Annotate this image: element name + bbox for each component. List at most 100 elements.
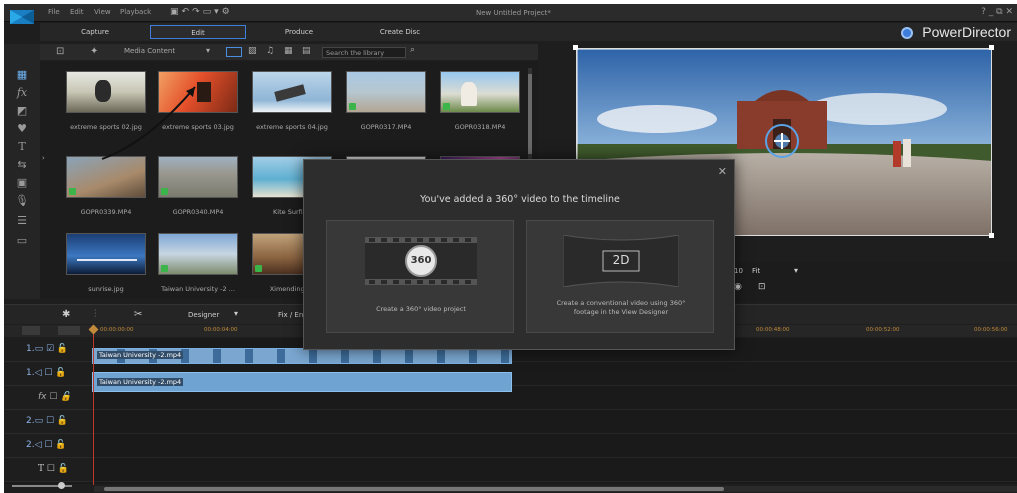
transition-room-icon[interactable]: ⇆ xyxy=(14,158,30,172)
library-scroll-thumb[interactable] xyxy=(528,74,532,154)
ruler-time: 00:00:00:00 xyxy=(100,327,134,333)
video-clip[interactable]: Taiwan University -2.mp4 xyxy=(92,348,512,364)
media-thumbnail xyxy=(158,233,238,275)
track-header-fx[interactable]: fx ☐ 🔓 xyxy=(4,386,92,410)
subtitle-room-icon[interactable]: ▭ xyxy=(14,234,30,248)
menu-playback[interactable]: Playback xyxy=(120,8,151,16)
resize-handle[interactable] xyxy=(573,45,578,50)
check-icon xyxy=(255,265,262,272)
media-filter-select[interactable]: Media Content xyxy=(124,47,175,55)
media-label: extreme sports 04.jpg xyxy=(256,123,328,131)
media-room-icon[interactable]: ▦ xyxy=(14,68,30,82)
audio-filter-icon[interactable]: ♫ xyxy=(266,46,274,56)
menu-file[interactable]: File xyxy=(48,8,60,16)
track-header-audio-2[interactable]: 2.◁ ☐ 🔓 xyxy=(4,434,92,458)
resize-handle[interactable] xyxy=(989,233,994,238)
video-filter-icon[interactable] xyxy=(226,47,242,57)
library-search-input[interactable]: Search the library xyxy=(322,47,406,58)
window-controls[interactable]: ? _ ⧉ ✕ xyxy=(981,7,1013,17)
dialog-title: You've added a 360° video to the timelin… xyxy=(420,194,620,205)
zoom-fit-select[interactable]: Fit xyxy=(752,267,760,275)
track-manager-icon[interactable] xyxy=(22,326,40,335)
undo-icon[interactable]: ↶ xyxy=(182,7,193,17)
playhead[interactable] xyxy=(93,330,94,485)
particle-room-icon[interactable]: ♥ xyxy=(14,122,30,136)
ruler-time: 00:00:04:00 xyxy=(204,327,238,333)
menu-edit[interactable]: Edit xyxy=(70,8,84,16)
media-item[interactable]: GOPR0340.MP4 xyxy=(158,156,238,226)
timeline-view-icon[interactable] xyxy=(58,326,80,335)
snapshot-icon[interactable]: ⊡ xyxy=(758,282,766,292)
track-header-video-2[interactable]: 2.▭ ☐ 🔓 xyxy=(4,410,92,434)
media-item[interactable]: GOPR0318.MP4 xyxy=(440,71,520,141)
track-lane[interactable] xyxy=(92,410,1017,434)
media-thumbnail xyxy=(252,71,332,113)
chapter-room-icon[interactable]: ☰ xyxy=(14,214,30,228)
room-rail: ▦ fx ◩ ♥ T ⇆ ▣ 🎙 ☰ ▭ xyxy=(4,44,40,299)
app-logo-icon xyxy=(10,10,34,24)
check-icon xyxy=(161,188,168,195)
close-icon[interactable]: ✕ xyxy=(718,165,727,178)
timeline-scroll-thumb[interactable] xyxy=(104,487,724,491)
chevron-down-icon[interactable]: ▾ xyxy=(794,266,798,275)
track-lane[interactable] xyxy=(92,458,1017,482)
tools-icon[interactable]: ✱ xyxy=(62,309,70,320)
media-item[interactable]: extreme sports 04.jpg xyxy=(252,71,332,141)
media-label: sunrise.jpg xyxy=(88,285,124,293)
audio-mixing-icon[interactable]: ▣ xyxy=(14,176,30,190)
chevron-down-icon[interactable]: ▾ xyxy=(234,309,238,318)
library-toolbar: ⊡ ✦ Media Content ▾ ▨ ♫ ▦ ▤ Search the l… xyxy=(40,44,538,60)
track-lane[interactable] xyxy=(92,434,1017,458)
fx-room-icon[interactable]: fx xyxy=(14,86,30,100)
audio-clip[interactable]: Taiwan University -2.mp4 xyxy=(92,372,512,392)
details-view-icon[interactable]: ▤ xyxy=(302,46,311,56)
collapse-panel-icon[interactable]: › xyxy=(42,154,45,162)
audio-icon[interactable]: ◉ xyxy=(734,282,742,292)
title-bar: File Edit View Playback ▣↶↷▭▾⚙ New Untit… xyxy=(4,4,1017,24)
media-item[interactable]: Taiwan University -2 ... xyxy=(158,233,238,303)
designer-button[interactable]: Designer xyxy=(188,311,219,319)
layout-icon[interactable]: ▭▾ xyxy=(203,7,222,17)
brand-name: PowerDirector xyxy=(922,24,1011,40)
create-2d-video-option[interactable]: 2D Create a conventional video using 360… xyxy=(526,220,714,333)
plugins-icon[interactable]: ✦ xyxy=(90,46,98,57)
voice-over-icon[interactable]: 🎙 xyxy=(14,194,30,208)
grid-view-icon[interactable]: ▦ xyxy=(284,46,293,56)
media-item[interactable]: sunrise.jpg xyxy=(66,233,146,303)
media-item[interactable]: GOPR0339.MP4 xyxy=(66,156,146,226)
brand-logo-icon xyxy=(901,27,913,39)
zoom-slider-handle[interactable] xyxy=(58,482,65,489)
trim-scissors-icon[interactable]: ✂ xyxy=(134,309,142,320)
image-filter-icon[interactable]: ▨ xyxy=(248,46,257,56)
menu-view[interactable]: View xyxy=(94,8,111,16)
fix-enhance-button[interactable]: Fix / En xyxy=(278,311,303,319)
title-room-icon[interactable]: T xyxy=(14,140,30,154)
chevron-down-icon[interactable]: ▾ xyxy=(206,46,210,55)
split-icon[interactable]: ⫶ xyxy=(94,309,97,320)
create-360-project-option[interactable]: 360 Create a 360° video project xyxy=(326,220,514,333)
settings-gear-icon[interactable]: ⚙ xyxy=(222,7,233,17)
media-label: GOPR0339.MP4 xyxy=(80,208,132,216)
media-label: GOPR0340.MP4 xyxy=(172,208,224,216)
tab-produce[interactable]: Produce xyxy=(264,25,334,39)
project-title: New Untitled Project* xyxy=(476,9,551,17)
track-header-title[interactable]: T ☐ 🔓 xyxy=(4,458,92,482)
media-thumbnail xyxy=(440,71,520,113)
quality-value[interactable]: 10 xyxy=(734,267,743,275)
track-header-audio-1[interactable]: 1.◁ ☐ 🔓 xyxy=(4,362,92,386)
save-icon[interactable]: ▣ xyxy=(170,7,182,17)
option-caption: Create a conventional video using 360° xyxy=(556,299,686,307)
tab-create-disc[interactable]: Create Disc xyxy=(360,25,440,39)
import-media-icon[interactable]: ⊡ xyxy=(56,46,64,57)
video-track-icon: 2.▭ ☐ 🔓 xyxy=(26,416,69,426)
tab-edit[interactable]: Edit xyxy=(150,25,246,39)
track-header-video-1[interactable]: 1.▭ ☑ 🔓 xyxy=(4,338,92,362)
pip-room-icon[interactable]: ◩ xyxy=(14,104,30,118)
redo-icon[interactable]: ↷ xyxy=(192,7,203,17)
resize-handle[interactable] xyxy=(989,45,994,50)
media-item[interactable]: GOPR0317.MP4 xyxy=(346,71,426,141)
video-track-icon: 1.▭ ☑ 🔓 xyxy=(26,344,69,354)
option-caption: Create a 360° video project xyxy=(376,305,466,313)
tab-capture[interactable]: Capture xyxy=(60,25,130,39)
search-icon[interactable]: ⌕ xyxy=(410,45,415,55)
